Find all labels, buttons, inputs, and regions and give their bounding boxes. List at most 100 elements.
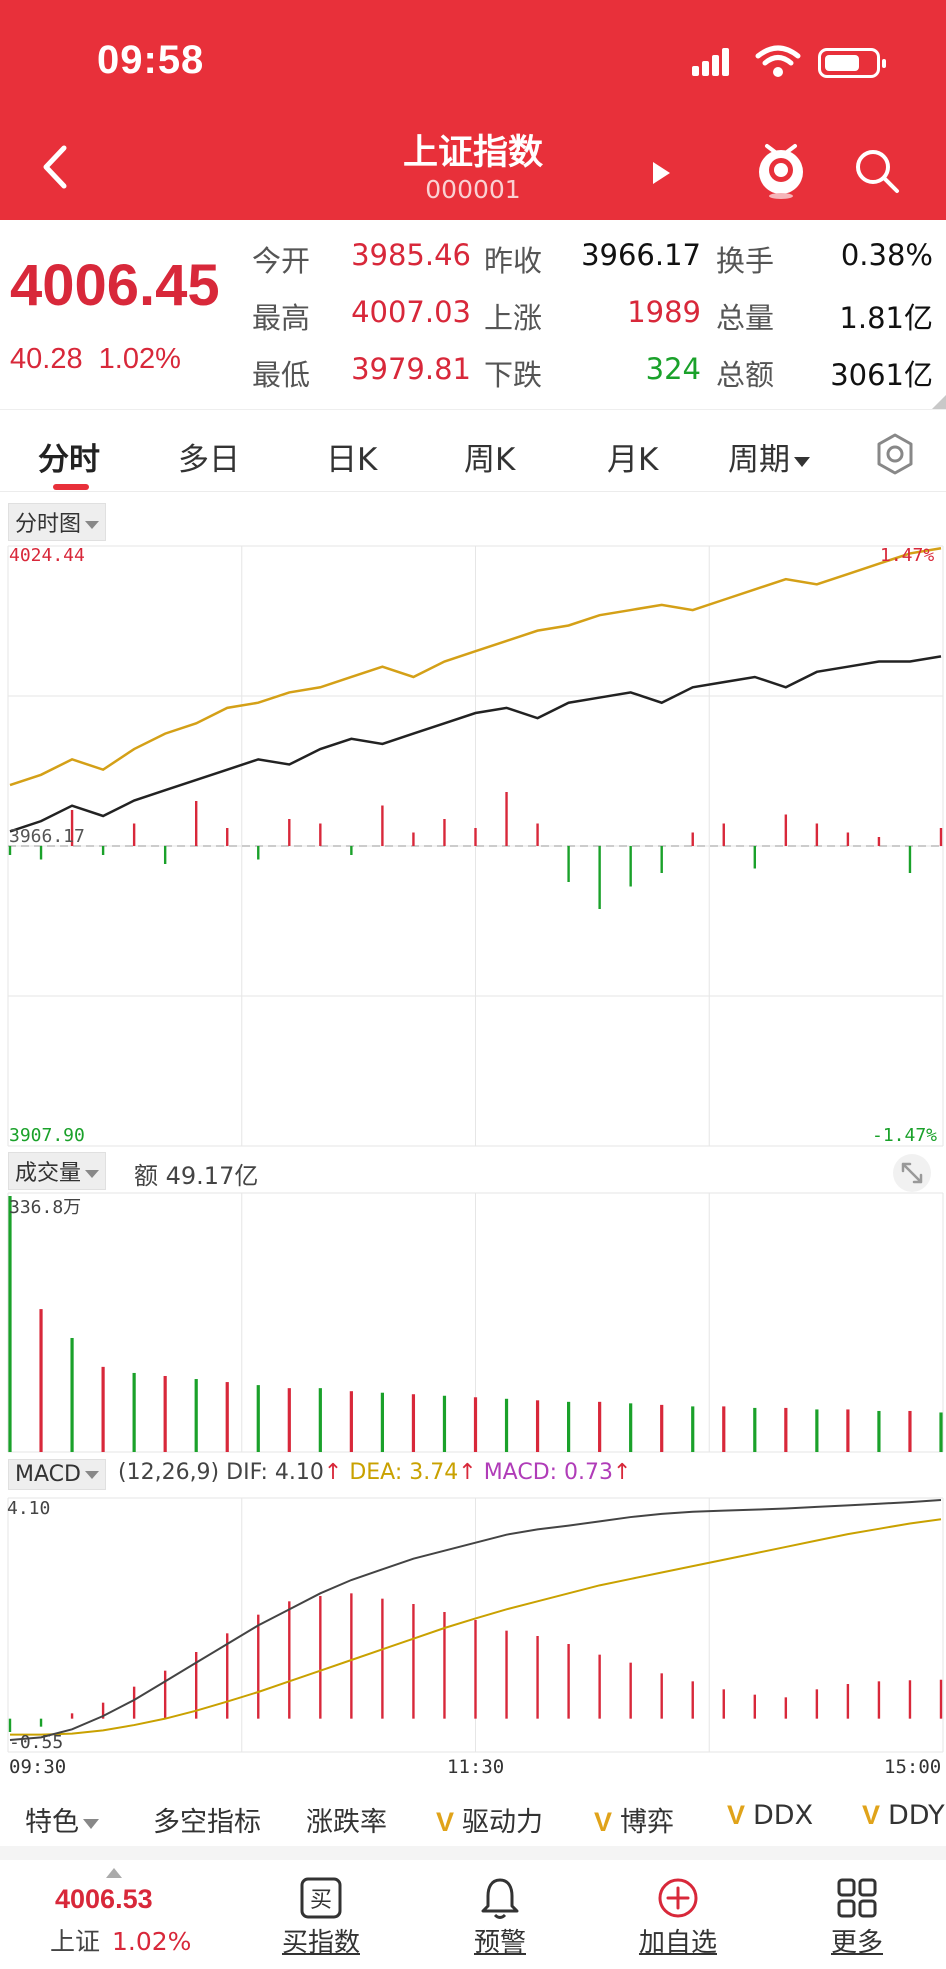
expand-up-icon[interactable]: [106, 1868, 122, 1878]
tab-period-label: 周期: [728, 442, 790, 478]
more-label: 更多: [830, 1928, 883, 1958]
expand-corner-icon[interactable]: [932, 395, 946, 409]
indicator-label: 特色: [25, 1807, 79, 1838]
volume-flow-bar: [288, 819, 291, 846]
volume-flow-bar: [39, 846, 43, 860]
macd-value: MACD: 0.73: [483, 1460, 614, 1485]
mascot-icon[interactable]: [755, 138, 807, 200]
indicator-item[interactable]: V DDX: [727, 1800, 813, 1831]
tab-period[interactable]: 周期: [728, 434, 810, 479]
volume-flow-bar: [598, 846, 601, 909]
indicator-item[interactable]: V 驱动力: [436, 1800, 543, 1839]
indicator-label: DDY: [888, 1800, 945, 1831]
active-tab-indicator: [53, 484, 89, 490]
dea-value: DEA: 3.74: [349, 1460, 459, 1485]
indicator-item[interactable]: V DDY: [862, 1800, 945, 1831]
volume-bar: [225, 1382, 229, 1452]
indicator-item[interactable]: 涨跌率: [306, 1800, 387, 1839]
bottom-price[interactable]: 4006.53: [55, 1884, 153, 1915]
price-chart-selector[interactable]: 分时图: [8, 503, 107, 541]
macd-histogram-bar: [939, 1679, 943, 1719]
macd-histogram-bar: [412, 1604, 415, 1719]
volume-bar: [411, 1394, 416, 1452]
indicator-item[interactable]: V 博弈: [594, 1800, 674, 1839]
price-axis-bottom: 3907.90: [9, 1125, 85, 1146]
macd-values: (12,26,9) DIF: 4.10↑ DEA: 3.74↑ MACD: 0.…: [118, 1460, 631, 1485]
volume-flow-bar: [877, 837, 881, 846]
quote-label: 最高: [252, 301, 311, 335]
volume-bar: [784, 1407, 788, 1452]
volume-flow-bar: [505, 792, 508, 846]
volume-flow-bar: [474, 828, 477, 846]
quote-value: 3985.46: [351, 238, 471, 272]
volume-flow-bar: [163, 846, 167, 864]
search-icon[interactable]: [852, 146, 902, 194]
volume-flow-bar: [257, 846, 260, 860]
fullscreen-button[interactable]: [893, 1154, 931, 1192]
quote-label: 总额: [716, 358, 775, 392]
macd-histogram-bar: [319, 1596, 322, 1719]
quote-value: 3061亿: [830, 358, 933, 392]
tab-intraday[interactable]: 分时: [38, 434, 100, 479]
volume-flow-bar: [846, 832, 850, 846]
macd-histogram-bar: [474, 1620, 477, 1719]
volume-flow-bar: [908, 846, 912, 873]
macd-histogram-bar: [381, 1598, 384, 1719]
buy-index-button[interactable]: 买 买指数: [261, 1860, 381, 1969]
volume-selector[interactable]: 成交量: [8, 1152, 107, 1190]
volume-flow-bar: [536, 823, 539, 846]
volume-bar: [163, 1375, 167, 1452]
price-axis-mid: 3966.17: [9, 826, 85, 847]
quote-label: 昨收: [484, 244, 543, 278]
time-axis-end: 15:00: [884, 1756, 942, 1778]
macd-histogram-bar: [8, 1718, 12, 1732]
indicator-item[interactable]: 多空指标: [153, 1800, 261, 1839]
volume-bar: [473, 1397, 478, 1452]
indicator-label: 多空指标: [153, 1807, 261, 1838]
volume-flow-bar: [939, 828, 943, 846]
app-header: 09:58 上证指数 000001: [0, 0, 946, 220]
macd-histogram-bar: [877, 1681, 881, 1719]
add-circle-icon: [658, 1878, 698, 1918]
volume-flow-bar: [195, 801, 198, 846]
volume-flow-bar: [101, 846, 105, 855]
more-button[interactable]: 更多: [797, 1860, 917, 1969]
quote-label: 总量: [716, 301, 775, 335]
time-axis-mid: 11:30: [447, 1756, 505, 1778]
macd-selector[interactable]: MACD: [8, 1459, 106, 1490]
macd-histogram-bar: [784, 1697, 788, 1719]
vip-mark-icon: V: [727, 1800, 746, 1830]
alert-button[interactable]: 预警: [440, 1860, 560, 1969]
volume-axis-top: 336.8万: [9, 1197, 82, 1218]
change-value: 40.28: [10, 343, 83, 375]
macd-axis-bottom: -0.55: [9, 1732, 64, 1753]
tab-daily-k[interactable]: 日K: [326, 434, 377, 479]
indicator-bar: 特色 多空指标 涨跌率 V 驱动力 V 博弈 V DDX V DDY: [0, 1788, 946, 1844]
bottom-pct: 1.02%: [111, 1927, 192, 1956]
chart-area[interactable]: [0, 495, 946, 1785]
macd-histogram-bar: [753, 1694, 756, 1719]
bottom-name[interactable]: 上证 1.02%: [50, 1922, 191, 1958]
volume-flow-bar: [132, 823, 136, 846]
macd-histogram-bar: [660, 1673, 663, 1719]
volume-selector-label: 成交量: [15, 1161, 82, 1186]
macd-selector-label: MACD: [15, 1462, 81, 1487]
volume-flow-bar: [381, 805, 384, 846]
quote-label: 上涨: [484, 301, 543, 335]
cellular-signal-icon: [692, 48, 736, 76]
tab-monthly-k[interactable]: 月K: [607, 434, 658, 479]
next-stock-icon[interactable]: [650, 160, 672, 186]
quote-value: 0.38%: [840, 238, 933, 272]
volume-flow-bar: [8, 846, 12, 855]
price-axis-top: 4024.44: [9, 545, 85, 566]
add-watchlist-button[interactable]: 加自选: [618, 1860, 738, 1969]
indicator-item[interactable]: 特色: [25, 1800, 99, 1839]
volume-bar: [256, 1385, 260, 1452]
vip-mark-icon: V: [594, 1807, 613, 1837]
tab-multiday[interactable]: 多日: [178, 434, 240, 479]
settings-gear-icon[interactable]: [873, 432, 917, 476]
quote-label: 换手: [716, 244, 775, 278]
tab-weekly-k[interactable]: 周K: [464, 434, 515, 479]
volume-flow-bar: [412, 832, 415, 846]
up-arrow-icon: ↑: [458, 1460, 477, 1485]
